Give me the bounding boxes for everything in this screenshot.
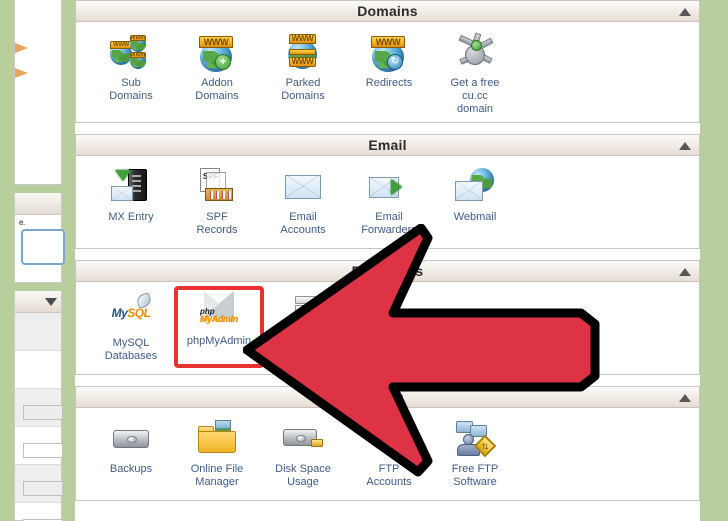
free-ftp-software-icon: ↑↓ — [453, 418, 497, 460]
list-item[interactable] — [15, 389, 63, 427]
section-title: Databases — [351, 263, 424, 279]
chevron-down-icon[interactable] — [45, 298, 57, 306]
orange-arrow-icon — [15, 68, 28, 78]
mysql-databases-icon: MySQL — [109, 292, 153, 334]
tile-label: Email Accounts — [280, 211, 326, 236]
tile-get-free-domain[interactable]: Get a free cu.cc domain — [432, 30, 518, 116]
tile-label: phpMyAdmin — [186, 335, 252, 347]
section-files: Files Backups Online File Manager Disk S… — [75, 386, 700, 501]
section-files-body: Backups Online File Manager Disk Space U… — [76, 408, 699, 500]
tile-mysql-databases[interactable]: MySQL MySQL Databases — [88, 290, 174, 368]
list-item-input[interactable] — [23, 405, 63, 420]
list-item[interactable] — [15, 351, 61, 389]
mx-entry-icon — [109, 166, 153, 208]
tile-label: MX Entry — [108, 211, 154, 223]
tile-online-file-manager[interactable]: Online File Manager — [174, 416, 260, 494]
tile-phpmyadmin[interactable]: php MyAdmin phpMyAdmin — [174, 286, 264, 368]
webmail-icon — [453, 166, 497, 208]
sub-domains-icon: WWW WWW WWW — [109, 32, 153, 74]
ftp-accounts-icon: ↑↓ — [367, 418, 411, 460]
email-accounts-icon — [281, 166, 325, 208]
tile-parked-domains[interactable]: WWW WWW Parked Domains — [260, 30, 346, 116]
tile-disk-space-usage[interactable]: Disk Space Usage — [260, 416, 346, 494]
tile-sub-domains[interactable]: WWW WWW WWW Sub Domains — [88, 30, 174, 116]
online-file-manager-icon — [195, 418, 239, 460]
triangle-up-icon[interactable] — [679, 268, 691, 276]
section-domains-body: WWW WWW WWW Sub Domains WWW + Addon Doma… — [76, 22, 699, 122]
tile-addon-domains[interactable]: WWW + Addon Domains — [174, 30, 260, 116]
section-title: Email — [368, 137, 407, 153]
section-databases: Databases MySQL MySQL Databases php MyAd… — [75, 260, 700, 375]
tile-backups[interactable]: Backups — [88, 416, 174, 494]
backups-icon — [109, 418, 153, 460]
section-title: Files — [371, 389, 404, 405]
spf-records-icon: SPF — [195, 166, 239, 208]
tile-label: Get a free cu.cc domain — [450, 77, 500, 115]
free-domain-icon — [453, 32, 497, 74]
sidebar-search-input[interactable] — [21, 229, 65, 265]
sidebar-list-panel — [14, 291, 63, 521]
tile-label: Online File Manager — [190, 463, 244, 488]
section-email-body: MX Entry SPF SPF Records Email Accounts — [76, 156, 699, 248]
triangle-up-icon[interactable] — [679, 142, 691, 150]
tile-label: Backups — [109, 463, 153, 475]
tile-label: Email Forwarders — [361, 211, 417, 236]
triangle-up-icon[interactable] — [679, 394, 691, 402]
email-forwarders-icon — [367, 166, 411, 208]
addon-domains-icon: WWW + — [195, 32, 239, 74]
tile-label: Disk Space Usage — [275, 463, 331, 488]
phpmyadmin-icon: php MyAdmin — [197, 290, 241, 332]
triangle-up-icon[interactable] — [679, 8, 691, 16]
section-email: Email MX Entry SPF Records Email Account… — [75, 134, 700, 249]
tile-label: Addon Domains — [195, 77, 239, 102]
mysql-backup-icon — [285, 292, 329, 334]
list-item[interactable] — [15, 465, 63, 503]
sidebar-stats-panel — [14, 0, 62, 185]
section-databases-body: MySQL MySQL Databases php MyAdmin phpMyA… — [76, 282, 699, 374]
left-sidebar: e. — [14, 0, 65, 521]
section-domains-header[interactable]: Domains — [76, 1, 699, 22]
list-item[interactable] — [15, 427, 63, 465]
tile-label: MySQL Databases — [104, 337, 158, 362]
sidebar-search-header — [15, 193, 61, 215]
section-title: Domains — [357, 3, 418, 19]
tile-label: Parked Domains — [281, 77, 325, 102]
section-files-header[interactable]: Files — [76, 387, 699, 408]
list-item-input[interactable] — [23, 443, 63, 458]
tile-label: SPF Records — [196, 211, 238, 236]
list-item[interactable] — [15, 313, 61, 351]
cpanel-main: Domains WWW WWW WWW Sub Domains WWW + Ad… — [75, 0, 700, 521]
sidebar-search-panel: e. — [14, 193, 65, 283]
disk-space-usage-icon — [281, 418, 325, 460]
sidebar-list-header[interactable] — [15, 291, 61, 313]
tile-label: Webmail — [453, 211, 497, 223]
section-domains: Domains WWW WWW WWW Sub Domains WWW + Ad… — [75, 0, 700, 123]
section-email-header[interactable]: Email — [76, 135, 699, 156]
redirects-icon: WWW ↻ — [367, 32, 411, 74]
tile-free-ftp-software[interactable]: ↑↓ Free FTP Software — [432, 416, 518, 494]
list-item-input[interactable] — [23, 481, 63, 496]
tile-spf-records[interactable]: SPF SPF Records — [174, 164, 260, 242]
list-item[interactable] — [15, 503, 63, 521]
tile-mysql-backup[interactable]: MySQL — [264, 290, 350, 368]
tile-ftp-accounts[interactable]: ↑↓ FTP Accounts — [346, 416, 432, 494]
parked-domains-icon: WWW WWW — [281, 32, 325, 74]
section-databases-header[interactable]: Databases — [76, 261, 699, 282]
sidebar-note-fragment: e. — [19, 218, 25, 227]
orange-arrow-icon — [15, 43, 28, 53]
tile-mx-entry[interactable]: MX Entry — [88, 164, 174, 242]
tile-label: Redirects — [365, 77, 413, 89]
tile-label: Free FTP Software — [451, 463, 499, 488]
tile-redirects[interactable]: WWW ↻ Redirects — [346, 30, 432, 116]
tile-email-forwarders[interactable]: Email Forwarders — [346, 164, 432, 242]
tile-webmail[interactable]: Webmail — [432, 164, 518, 242]
tile-label: MySQL — [288, 337, 326, 349]
tile-label: FTP Accounts — [366, 463, 412, 488]
tile-label: Sub Domains — [109, 77, 153, 102]
tile-email-accounts[interactable]: Email Accounts — [260, 164, 346, 242]
